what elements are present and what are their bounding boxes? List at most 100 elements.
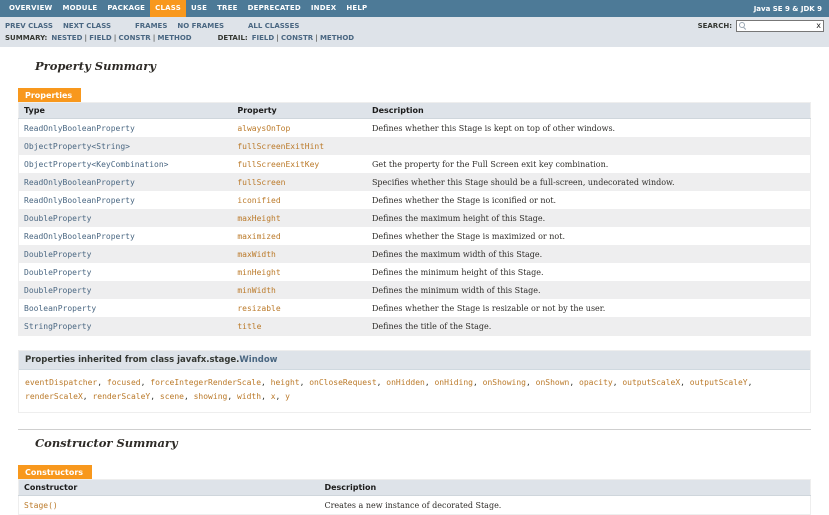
- search-icon: [739, 22, 746, 29]
- inherited-member-height[interactable]: height: [271, 378, 300, 387]
- property-link-resizable[interactable]: resizable: [237, 304, 280, 313]
- type-link-doubleproperty[interactable]: DoubleProperty: [24, 268, 91, 277]
- summary-link-method[interactable]: METHOD: [157, 34, 191, 42]
- summary-link-constr[interactable]: CONSTR: [118, 34, 150, 42]
- constructor-description: Creates a new instance of decorated Stag…: [324, 501, 502, 510]
- property-description: Defines whether the Stage is maximized o…: [371, 232, 565, 241]
- property-row-alwaysontop: ReadOnlyBooleanProperty alwaysOnTop Define…: [19, 119, 811, 138]
- property-description: Specifies whether this Stage should be a…: [371, 178, 675, 187]
- inherited-member-outputscalex[interactable]: outputScaleX: [622, 378, 680, 387]
- java-version-label: Java SE 9 & JDK 9: [753, 4, 822, 13]
- type-link-booleanproperty[interactable]: BooleanProperty: [24, 304, 96, 313]
- property-link-fullscreenexitkey[interactable]: fullScreenExitKey: [237, 160, 319, 169]
- inherited-member-eventdispatcher[interactable]: eventDispatcher: [25, 378, 97, 387]
- nav-item-module[interactable]: MODULE: [57, 0, 102, 17]
- subnav-group: FRAMES NO FRAMES: [135, 22, 224, 30]
- summary-links: NESTED | FIELD | CONSTR | METHOD: [51, 34, 191, 42]
- inherited-member-showing[interactable]: showing: [194, 392, 228, 401]
- inherited-heading-text: Properties inherited from class javafx.s…: [25, 355, 240, 365]
- nav-item-index[interactable]: INDEX: [306, 0, 341, 17]
- inherited-member-width[interactable]: width: [237, 392, 261, 401]
- property-row-maximized: ReadOnlyBooleanProperty maximized Defines …: [19, 227, 811, 245]
- search-box[interactable]: x: [736, 19, 824, 32]
- property-description: Defines whether the Stage is iconified o…: [371, 196, 557, 205]
- property-link-minheight[interactable]: minHeight: [237, 268, 280, 277]
- property-name-cell: resizable: [232, 299, 367, 317]
- detail-link-constr[interactable]: CONSTR: [281, 34, 313, 42]
- nav-item-tree[interactable]: TREE: [212, 0, 243, 17]
- column-header-description: Description: [319, 479, 811, 496]
- property-link-fullscreen[interactable]: fullScreen: [237, 178, 285, 187]
- property-type-cell: DoubleProperty: [19, 281, 233, 299]
- property-row-maxwidth: DoubleProperty maxWidth Defines the maximu…: [18, 245, 811, 263]
- inherited-properties-box: Properties inherited from class javafx.s…: [18, 350, 811, 413]
- property-link-fullscreenexithint[interactable]: fullScreenExitHint: [237, 142, 324, 151]
- type-link-readonlybooleanproperty[interactable]: ReadOnlyBooleanProperty: [24, 124, 135, 133]
- nav-item-use[interactable]: USE: [186, 0, 212, 17]
- property-name-cell: minHeight: [232, 263, 367, 281]
- property-name-cell: iconified: [232, 191, 367, 209]
- property-link-alwaysontop[interactable]: alwaysOnTop: [237, 124, 290, 133]
- subnav-link-prev-class[interactable]: PREV CLASS: [5, 22, 53, 30]
- subnav-link-next-class[interactable]: NEXT CLASS: [63, 22, 111, 30]
- inherited-member-forceintegerrenderscale[interactable]: forceIntegerRenderScale: [150, 378, 261, 387]
- property-link-maxheight[interactable]: maxHeight: [237, 214, 280, 223]
- window-class-link[interactable]: Window: [239, 355, 277, 365]
- property-link-title[interactable]: title: [237, 322, 261, 331]
- nav-item-package[interactable]: PACKAGE: [102, 0, 150, 17]
- search-input[interactable]: [748, 20, 817, 31]
- inherited-member-x[interactable]: x: [271, 392, 276, 401]
- search-reset-button[interactable]: x: [816, 21, 821, 30]
- type-link-readonlybooleanproperty[interactable]: ReadOnlyBooleanProperty: [24, 178, 135, 187]
- property-row-title: StringProperty title Defines the title of …: [18, 317, 811, 336]
- type-link-doubleproperty[interactable]: DoubleProperty: [24, 286, 91, 295]
- subnav-link-no-frames[interactable]: NO FRAMES: [177, 22, 224, 30]
- pipe-separator: |: [274, 34, 281, 42]
- subnav-link-all-classes[interactable]: ALL CLASSES: [248, 22, 299, 30]
- summary-link-field[interactable]: FIELD: [89, 34, 111, 42]
- type-link-stringproperty[interactable]: StringProperty: [24, 322, 91, 331]
- inherited-member-onhidden[interactable]: onHidden: [386, 378, 425, 387]
- summary-link-nested[interactable]: NESTED: [51, 34, 82, 42]
- property-link-maximized[interactable]: maximized: [237, 232, 280, 241]
- inherited-member-y[interactable]: y: [285, 392, 290, 401]
- constructor-link-stage[interactable]: Stage(): [24, 501, 58, 510]
- nav-item-overview[interactable]: OVERVIEW: [4, 0, 57, 17]
- type-link-readonlybooleanproperty[interactable]: ReadOnlyBooleanProperty: [24, 196, 135, 205]
- detail-link-method[interactable]: METHOD: [320, 34, 354, 42]
- property-name-cell: maxHeight: [232, 209, 367, 227]
- inherited-member-opacity[interactable]: opacity: [579, 378, 613, 387]
- inherited-member-renderscalex[interactable]: renderScaleX: [25, 392, 83, 401]
- inherited-member-onshowing[interactable]: onShowing: [483, 378, 526, 387]
- property-link-maxwidth[interactable]: maxWidth: [237, 250, 276, 259]
- property-row-minwidth: DoubleProperty minWidth Defines the minimu…: [18, 281, 811, 299]
- property-type-cell: ReadOnlyBooleanProperty: [19, 119, 233, 138]
- detail-link-field[interactable]: FIELD: [252, 34, 274, 42]
- type-link-readonlybooleanproperty[interactable]: ReadOnlyBooleanProperty: [24, 232, 135, 241]
- constructor-summary-table: Constructor Description Stage() Creates a…: [18, 479, 811, 515]
- type-link-objectproperty-keycombination[interactable]: ObjectProperty<KeyCombination>: [24, 160, 169, 169]
- type-link-doubleproperty[interactable]: DoubleProperty: [24, 250, 91, 259]
- inherited-member-oncloserequest[interactable]: onCloseRequest: [309, 378, 376, 387]
- inherited-member-onshown[interactable]: onShown: [536, 378, 570, 387]
- inherited-member-outputscaley[interactable]: outputScaleY: [690, 378, 748, 387]
- inherited-members-list: eventDispatcher, focused, forceIntegerRe…: [25, 378, 753, 401]
- property-row-fullscreenexithint: ObjectProperty<String> fullScreenExitHint: [18, 137, 811, 155]
- type-link-objectproperty-string[interactable]: ObjectProperty<String>: [24, 142, 130, 151]
- nav-item-help[interactable]: HELP: [341, 0, 372, 17]
- type-link-doubleproperty[interactable]: DoubleProperty: [24, 214, 91, 223]
- property-name-cell: fullScreenExitHint: [232, 137, 367, 155]
- sub-nav-bar: PREV CLASS NEXT CLASS FRAMES NO FRAMES ALL C…: [0, 17, 829, 47]
- property-name-cell: fullScreen: [232, 173, 367, 191]
- nav-item-deprecated[interactable]: DEPRECATED: [243, 0, 306, 17]
- inherited-member-scene[interactable]: scene: [160, 392, 184, 401]
- inherited-member-focused[interactable]: focused: [107, 378, 141, 387]
- inherited-member-renderscaley[interactable]: renderScaleY: [92, 392, 150, 401]
- property-row-fullscreenexitkey: ObjectProperty<KeyCombination> fullScreen…: [19, 155, 811, 173]
- subnav-link-frames[interactable]: FRAMES: [135, 22, 167, 30]
- property-type-cell: ReadOnlyBooleanProperty: [19, 191, 233, 209]
- property-row-iconified: ReadOnlyBooleanProperty iconified Defines …: [19, 191, 811, 209]
- inherited-member-onhiding[interactable]: onHiding: [434, 378, 473, 387]
- property-link-minwidth[interactable]: minWidth: [237, 286, 276, 295]
- property-link-iconified[interactable]: iconified: [237, 196, 280, 205]
